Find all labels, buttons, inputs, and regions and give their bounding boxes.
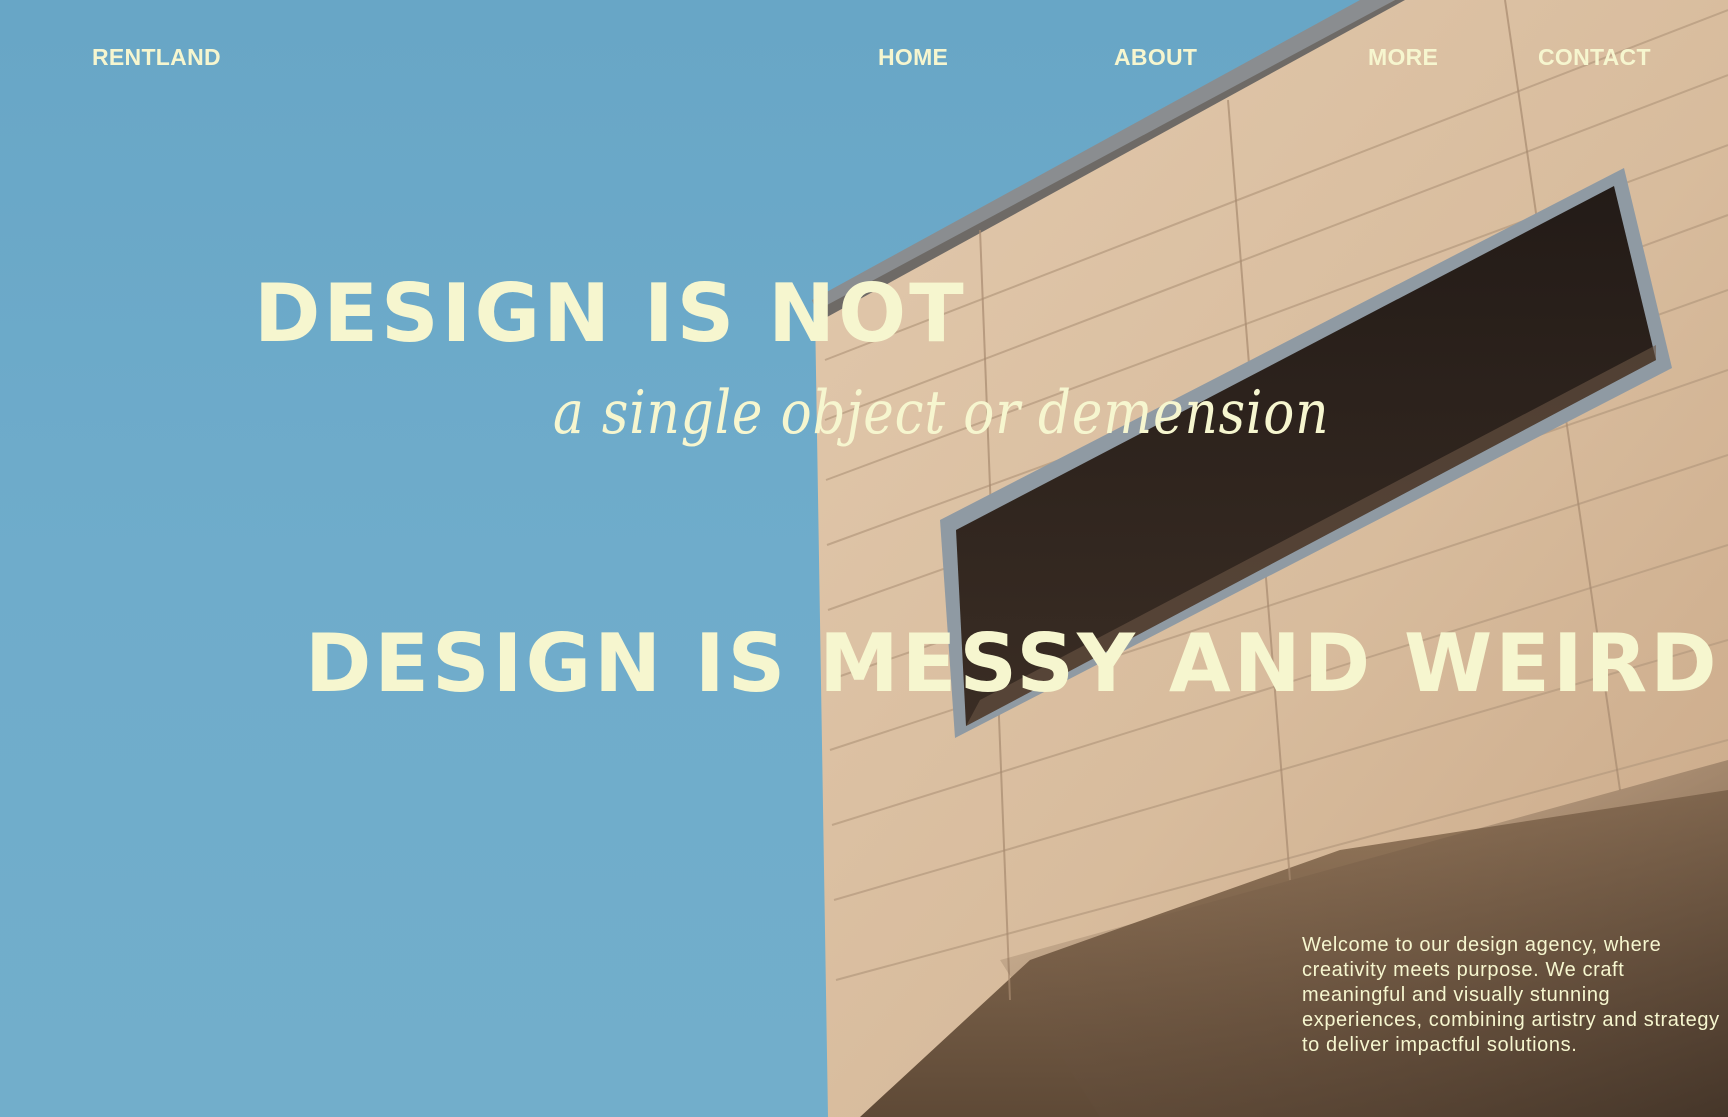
nav-item-about[interactable]: ABOUT bbox=[1114, 44, 1197, 71]
nav-item-home[interactable]: HOME bbox=[878, 44, 948, 71]
nav-item-contact[interactable]: CONTACT bbox=[1538, 44, 1651, 71]
top-navigation: RENTLAND HOME ABOUT MORE CONTACT bbox=[0, 0, 1728, 116]
hero-subline: a single object or demension bbox=[553, 378, 1330, 448]
hero-headline-bottom: DESIGN IS MESSY AND WEIRD bbox=[305, 617, 1720, 711]
hero-section: RENTLAND HOME ABOUT MORE CONTACT DESIGN … bbox=[0, 0, 1728, 1117]
brand-logo-link[interactable]: RENTLAND bbox=[92, 44, 221, 71]
hero-headline-top: DESIGN IS NOT bbox=[254, 266, 967, 360]
nav-item-more[interactable]: MORE bbox=[1368, 44, 1438, 71]
intro-paragraph: Welcome to our design agency, where crea… bbox=[1302, 934, 1720, 1056]
